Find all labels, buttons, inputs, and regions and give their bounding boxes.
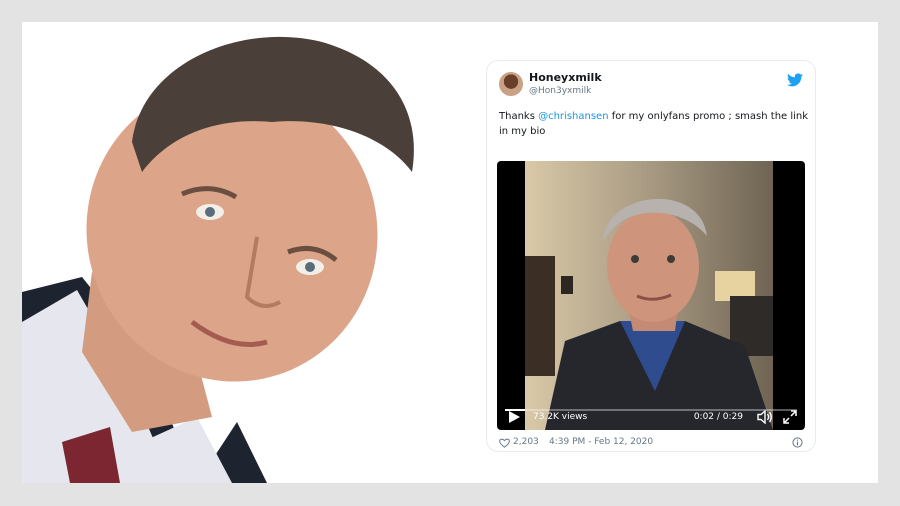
portrait-photo bbox=[22, 22, 442, 483]
mention-link[interactable]: @chrishansen bbox=[538, 111, 608, 122]
info-icon[interactable] bbox=[792, 437, 803, 448]
video-player[interactable]: 73.2K views 0:02 / 0:29 bbox=[497, 161, 805, 430]
composite-image: Honeyxmilk @Hon3yxmilk Thanks @chrishans… bbox=[22, 22, 878, 483]
tweet-header: Honeyxmilk @Hon3yxmilk bbox=[499, 69, 803, 105]
video-time: 0:02 / 0:29 bbox=[693, 412, 743, 422]
video-views: 73.2K views bbox=[533, 412, 588, 422]
like-count[interactable]: 2,203 bbox=[513, 437, 539, 447]
tweet-text: Thanks @chrishansen for my onlyfans prom… bbox=[499, 109, 809, 139]
heart-icon[interactable] bbox=[499, 438, 510, 448]
tweet-footer: 2,203 4:39 PM - Feb 12, 2020 bbox=[499, 437, 803, 451]
video-progress-bar[interactable] bbox=[505, 409, 797, 411]
user-handle[interactable]: @Hon3yxmilk bbox=[529, 86, 591, 96]
display-name[interactable]: Honeyxmilk bbox=[529, 71, 602, 84]
tweet-card[interactable]: Honeyxmilk @Hon3yxmilk Thanks @chrishans… bbox=[486, 60, 816, 452]
twitter-bird-icon[interactable] bbox=[787, 73, 803, 87]
avatar[interactable] bbox=[499, 72, 523, 96]
fullscreen-icon[interactable] bbox=[783, 410, 797, 424]
tweet-text-before: Thanks bbox=[499, 111, 539, 122]
play-icon[interactable] bbox=[507, 410, 521, 424]
tweet-timestamp[interactable]: 4:39 PM - Feb 12, 2020 bbox=[549, 437, 653, 447]
volume-icon[interactable] bbox=[757, 410, 773, 424]
video-frame bbox=[525, 161, 773, 430]
